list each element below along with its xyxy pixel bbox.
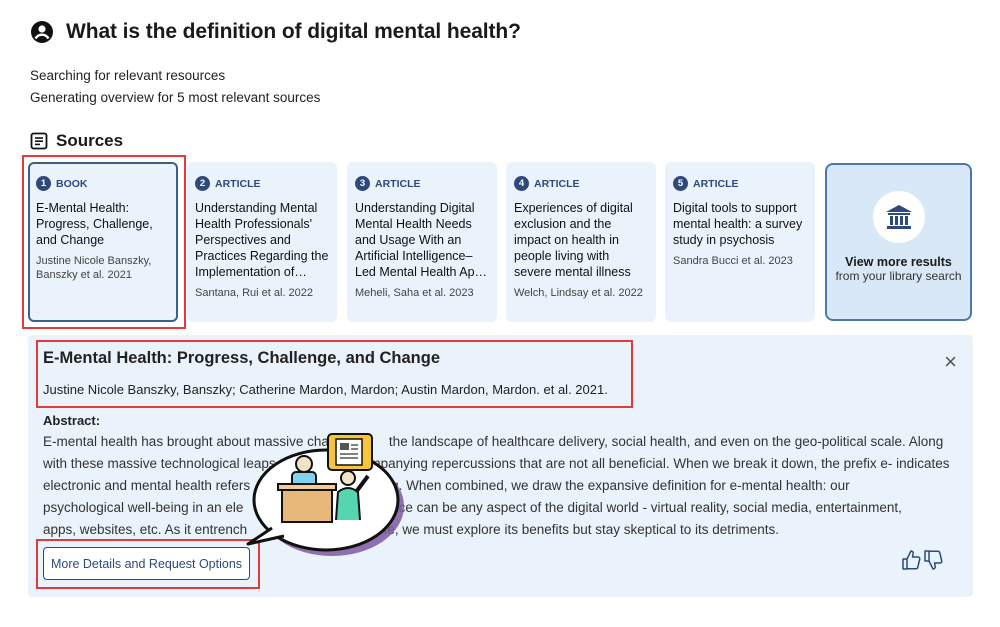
source-author: Welch, Lindsay et al. 2022 (514, 287, 643, 299)
highlight-box (22, 155, 186, 329)
source-author: Santana, Rui et al. 2022 (195, 287, 314, 299)
source-author: Sandra Bucci et al. 2023 (673, 255, 793, 267)
source-type: 2 ARTICLE (195, 176, 329, 191)
source-card-2[interactable]: 2 ARTICLE Understanding Mental Health Pr… (187, 162, 337, 322)
document-list-icon (30, 132, 48, 150)
view-more-results-button[interactable]: View more results from your library sear… (825, 163, 972, 321)
status-line: Searching for relevant resources (30, 68, 226, 83)
library-icon (872, 191, 925, 243)
view-more-sublabel: from your library search (835, 269, 962, 283)
highlight-box (36, 340, 633, 408)
source-number-badge: 5 (673, 176, 688, 191)
abstract-line: electronic and mental health refers ell-… (43, 478, 850, 493)
source-title: Understanding Mental Health Professional… (195, 201, 329, 279)
view-more-label: View more results (845, 255, 952, 269)
source-card-4[interactable]: 4 ARTICLE Experiences of digital exclusi… (506, 162, 656, 322)
abstract-line: psychological well-being in an ele nic s… (43, 500, 902, 515)
source-type-label: ARTICLE (375, 177, 421, 190)
source-card-3[interactable]: 3 ARTICLE Understanding Digital Mental H… (347, 162, 497, 322)
abstract-line: apps, websites, etc. As it entrench ay l… (43, 522, 780, 537)
thumbs-up-icon[interactable] (901, 549, 921, 571)
highlight-box (36, 539, 260, 589)
source-number-badge: 3 (355, 176, 370, 191)
close-icon[interactable]: × (944, 349, 957, 375)
source-type: 5 ARTICLE (673, 176, 807, 191)
sources-label: Sources (56, 131, 124, 150)
user-circle-icon (31, 21, 53, 43)
source-author: Meheli, Saha et al. 2023 (355, 287, 474, 299)
sources-heading: Sources (30, 131, 123, 151)
source-number-badge: 4 (514, 176, 529, 191)
source-type: 3 ARTICLE (355, 176, 489, 191)
librarian-chat-illustration (246, 433, 404, 556)
source-type-label: ARTICLE (693, 177, 739, 190)
source-type-label: ARTICLE (215, 177, 261, 190)
source-title: Understanding Digital Mental Health Need… (355, 201, 488, 279)
source-number-badge: 2 (195, 176, 210, 191)
source-card-5[interactable]: 5 ARTICLE Digital tools to support menta… (665, 162, 815, 322)
source-type: 4 ARTICLE (514, 176, 648, 191)
abstract-heading: Abstract: (43, 413, 101, 428)
status-line: Generating overview for 5 most relevant … (30, 90, 321, 105)
feedback-buttons (901, 549, 943, 571)
abstract-text: E-mental health has brought about massiv… (43, 431, 961, 541)
question-text: What is the definition of digital mental… (66, 20, 521, 43)
source-title: Digital tools to support mental health: … (673, 201, 803, 247)
question-header: What is the definition of digital mental… (30, 20, 521, 44)
abstract-line: with these massive technological leaps, … (43, 456, 950, 471)
source-type-label: ARTICLE (534, 177, 580, 190)
abstract-line: E-mental health has brought about massiv… (43, 434, 944, 449)
thumbs-down-icon[interactable] (923, 549, 943, 571)
source-title: Experiences of digital exclusion and the… (514, 201, 633, 279)
